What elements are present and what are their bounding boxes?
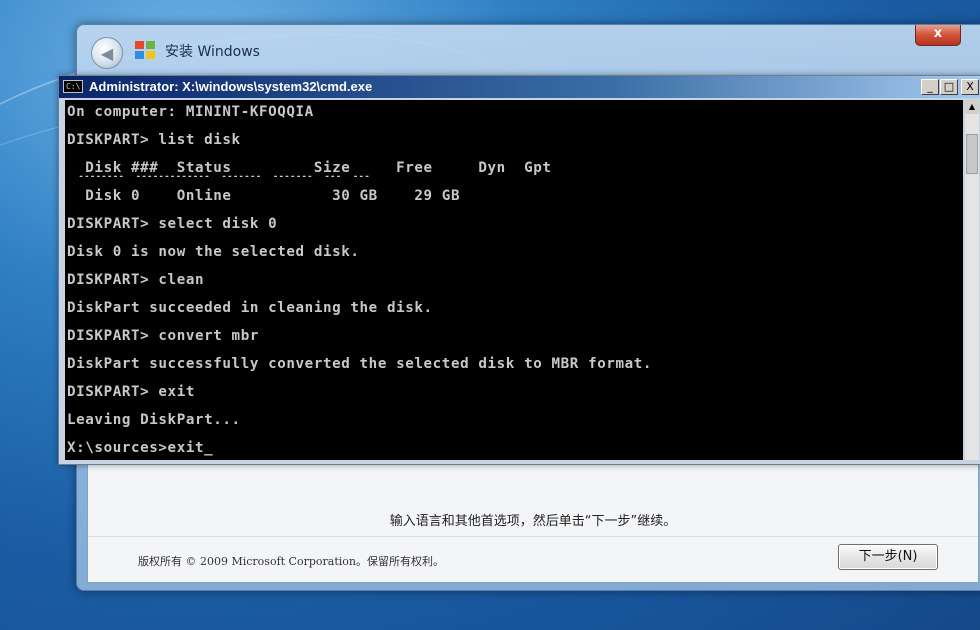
cmd-titlebar[interactable]: C:\ Administrator: X:\windows\system32\c… [59, 76, 980, 98]
console-line: DISKPART> list disk [67, 132, 241, 148]
maximize-button[interactable]: □ [940, 79, 958, 95]
console-line: DISKPART> select disk 0 [67, 216, 278, 232]
console-line: DiskPart successfully converted the sele… [67, 356, 653, 372]
copyright-text: 版权所有 © 2009 Microsoft Corporation。保留所有权利… [138, 555, 444, 568]
console-line: DISKPART> exit [67, 384, 195, 400]
console-line: -------- ------------- ------- ------- -… [67, 172, 371, 182]
scroll-up-icon[interactable]: ▲ [965, 100, 979, 114]
console-line: Disk 0 Online 30 GB 29 GB [67, 188, 461, 204]
next-button[interactable]: 下一步(N) [838, 544, 938, 570]
console-line: X:\sources>exit_ [67, 440, 214, 456]
setup-titlebar: ◀ 安装 Windows x [77, 25, 980, 77]
setup-window-title: 安装 Windows [165, 44, 260, 60]
console-line: Leaving DiskPart... [67, 412, 241, 428]
close-button[interactable]: X [961, 79, 979, 95]
console-line: DiskPart succeeded in cleaning the disk. [67, 300, 433, 316]
console-line: Disk 0 is now the selected disk. [67, 244, 360, 260]
vertical-scrollbar[interactable]: ▲ [965, 100, 979, 460]
console-line: On computer: MININT-KFOQQIA [67, 104, 314, 120]
footer-divider [88, 536, 978, 537]
instruction-text: 输入语言和其他首选项，然后单击“下一步”继续。 [389, 514, 677, 529]
cmd-window-title: Administrator: X:\windows\system32\cmd.e… [89, 79, 373, 94]
cmd-window[interactable]: C:\ Administrator: X:\windows\system32\c… [58, 75, 980, 465]
setup-close-button[interactable]: x [915, 25, 961, 46]
scrollbar-thumb[interactable] [966, 134, 978, 174]
back-arrow-icon[interactable]: ◀ [91, 37, 123, 69]
console-output[interactable]: On computer: MININT-KFOQQIA DISKPART> li… [65, 100, 963, 460]
windows-logo-icon [135, 41, 157, 61]
cmd-app-icon[interactable]: C:\ [63, 80, 83, 93]
console-line: DISKPART> convert mbr [67, 328, 259, 344]
minimize-button[interactable]: _ [921, 79, 939, 95]
console-line: DISKPART> clean [67, 272, 205, 288]
